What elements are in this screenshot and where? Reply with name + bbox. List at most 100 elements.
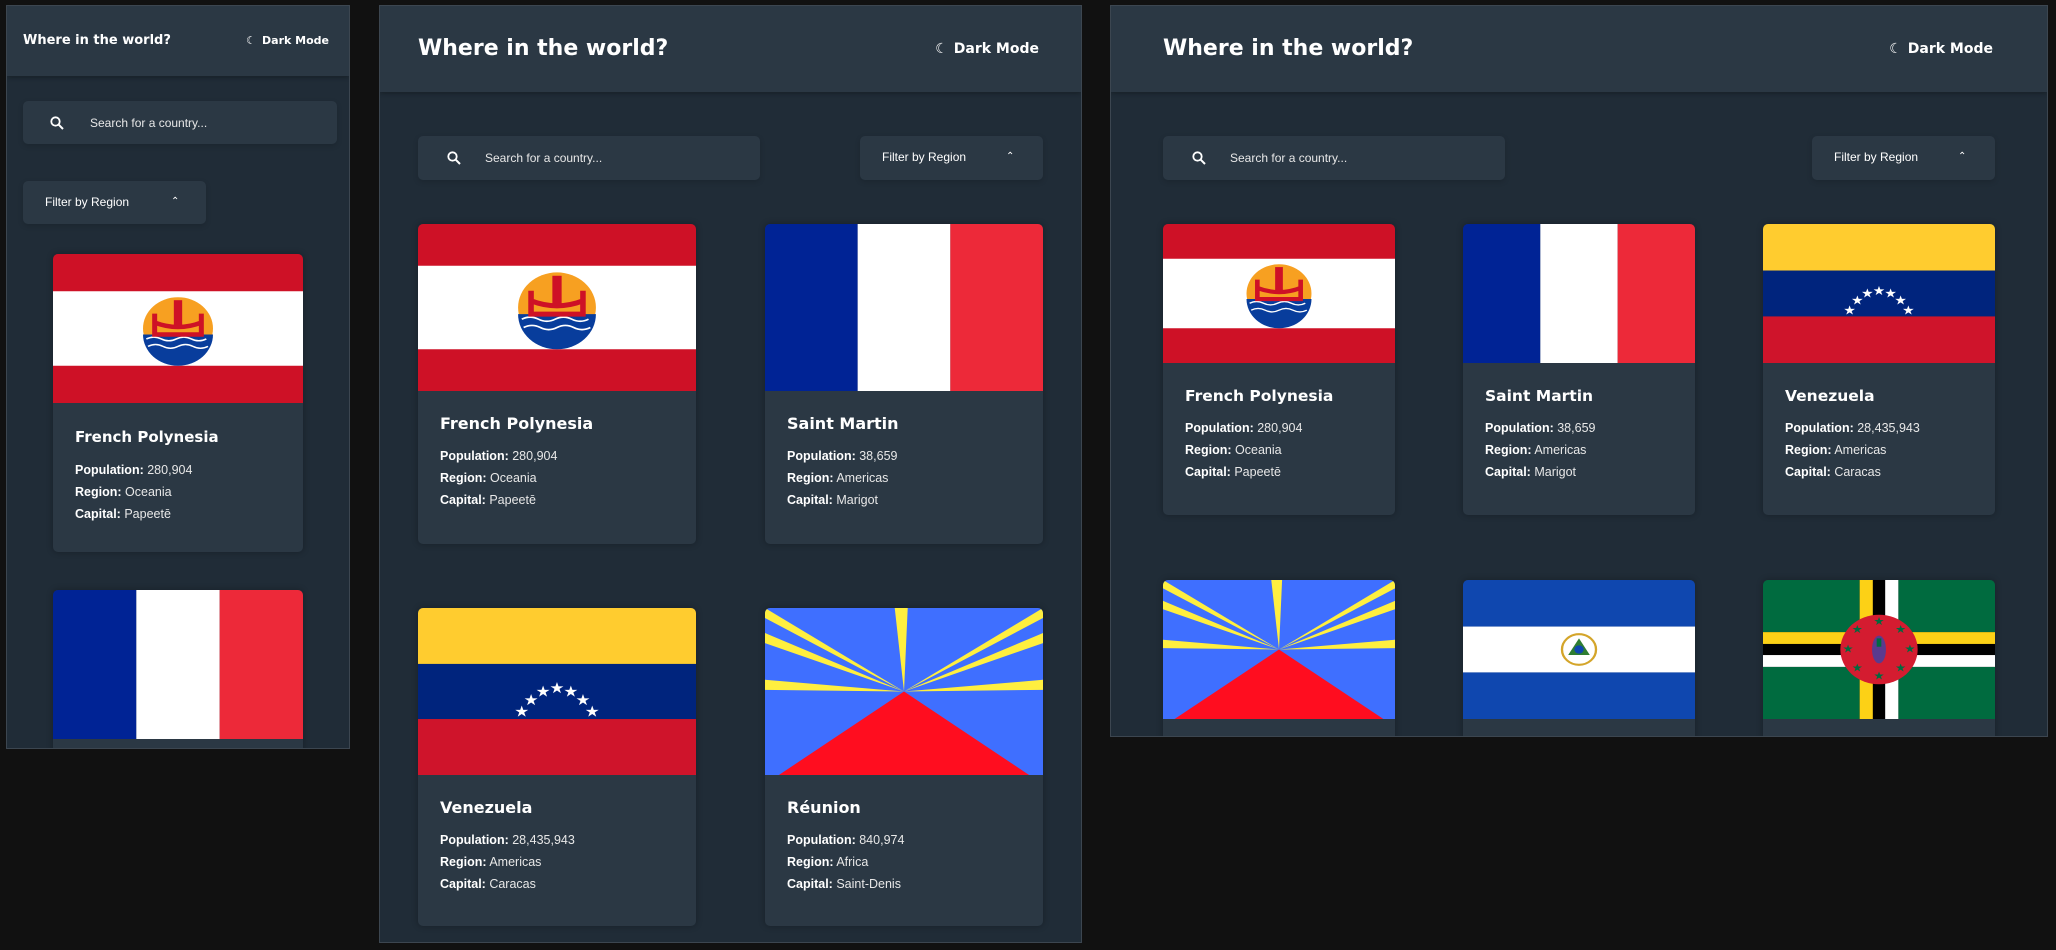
search-input[interactable] xyxy=(1230,150,1480,166)
svg-text:★: ★ xyxy=(1895,661,1906,674)
mobile-view: Where in the world? ☾ Dark Mode Filter b… xyxy=(6,5,350,749)
moon-icon: ☾ xyxy=(935,41,948,57)
country-card[interactable]: French Polynesia Population: 280,904 Reg… xyxy=(418,224,696,544)
country-name: Venezuela xyxy=(440,798,533,817)
country-population: Population: 38,659 xyxy=(1485,421,1596,435)
country-name: Venezuela xyxy=(1785,387,1875,405)
search-icon xyxy=(50,116,64,130)
svg-text:★: ★ xyxy=(1852,622,1863,635)
svg-text:★: ★ xyxy=(1873,284,1885,298)
country-population: Population: 840,974 xyxy=(787,833,905,847)
country-capital: Capital: Caracas xyxy=(1785,465,1881,479)
search-input[interactable] xyxy=(90,115,320,131)
dark-mode-toggle[interactable]: ☾ Dark Mode xyxy=(935,41,1039,57)
search-icon xyxy=(447,151,461,165)
country-name: Réunion xyxy=(787,798,861,817)
svg-text:★: ★ xyxy=(1904,642,1915,655)
flag-reunion xyxy=(1163,580,1395,719)
page-title: Where in the world? xyxy=(23,33,171,48)
filter-label: Filter by Region xyxy=(45,195,130,209)
country-card[interactable] xyxy=(1463,580,1695,736)
dark-mode-toggle[interactable]: ☾ Dark Mode xyxy=(1889,41,1993,57)
desktop-view: Where in the world? ☾ Dark Mode Filter b… xyxy=(1110,5,2048,737)
country-card[interactable]: French Polynesia Population: 280,904 Reg… xyxy=(53,254,303,552)
flag-french-polynesia xyxy=(53,254,303,403)
country-population: Population: 38,659 xyxy=(787,449,898,463)
country-region: Region: Oceania xyxy=(440,471,537,485)
svg-text:★: ★ xyxy=(1873,669,1884,682)
country-capital: Capital: Saint-Denis xyxy=(787,877,901,891)
country-population: Population: 28,435,943 xyxy=(1785,421,1920,435)
country-region: Region: Oceania xyxy=(75,485,172,499)
country-card[interactable] xyxy=(53,590,303,748)
dark-mode-label: Dark Mode xyxy=(1907,41,1993,57)
filter-label: Filter by Region xyxy=(1834,150,1919,164)
country-region: Region: Americas xyxy=(440,855,542,869)
header: Where in the world? ☾ Dark Mode xyxy=(1111,6,2047,92)
header: Where in the world? ☾ Dark Mode xyxy=(380,6,1081,92)
country-name: French Polynesia xyxy=(75,428,219,446)
tablet-view: Where in the world? ☾ Dark Mode Filter b… xyxy=(379,5,1082,943)
country-region: Region: Americas xyxy=(1785,443,1887,457)
country-card[interactable]: Saint Martin Population: 38,659 Region: … xyxy=(1463,224,1695,515)
search-bar[interactable] xyxy=(418,136,760,180)
svg-text:★: ★ xyxy=(585,702,600,720)
chevron-up-icon: ⌃ xyxy=(1006,151,1015,162)
svg-text:★: ★ xyxy=(1902,304,1914,318)
svg-text:★: ★ xyxy=(1861,287,1873,301)
country-region: Region: Americas xyxy=(1485,443,1587,457)
country-capital: Capital: Marigot xyxy=(1485,465,1577,479)
search-input[interactable] xyxy=(485,150,735,166)
country-card[interactable]: French Polynesia Population: 280,904 Reg… xyxy=(1163,224,1395,515)
country-card[interactable]: Saint Martin Population: 38,659 Region: … xyxy=(765,224,1043,544)
region-filter[interactable]: Filter by Region ⌃ xyxy=(1812,136,1995,180)
country-card[interactable]: ★ ★ ★ ★ ★ ★ ★ ★ xyxy=(1763,580,1995,736)
page-title: Where in the world? xyxy=(1163,36,1414,61)
flag-el-salvador xyxy=(1463,580,1695,719)
country-card[interactable]: ★ ★ ★ ★ ★ ★ ★ Venezuela Population: 28,435,943… xyxy=(1763,224,1995,515)
chevron-up-icon: ⌃ xyxy=(171,196,180,207)
moon-icon: ☾ xyxy=(246,34,257,47)
country-region: Region: Americas xyxy=(787,471,889,485)
country-capital: Capital: Papeetē xyxy=(1185,465,1281,479)
flag-saint-martin xyxy=(53,590,303,739)
country-region: Region: Africa xyxy=(787,855,869,869)
svg-text:★: ★ xyxy=(550,679,565,697)
search-bar[interactable] xyxy=(23,101,337,144)
flag-french-polynesia xyxy=(418,224,696,391)
svg-text:★: ★ xyxy=(1895,622,1906,635)
header: Where in the world? ☾ Dark Mode xyxy=(7,6,349,76)
search-icon xyxy=(1192,151,1206,165)
country-card[interactable]: ★ ★ ★ ★ ★ ★ ★ Venezuela Population: 28,435,943… xyxy=(418,608,696,926)
svg-text:★: ★ xyxy=(1843,642,1854,655)
country-card[interactable]: Réunion Population: 840,974 Region: Afri… xyxy=(765,608,1043,926)
country-name: Saint Martin xyxy=(1485,387,1594,405)
country-population: Population: 28,435,943 xyxy=(440,833,575,847)
region-filter[interactable]: Filter by Region ⌃ xyxy=(860,136,1043,180)
flag-venezuela: ★ ★ ★ ★ ★ ★ ★ xyxy=(1763,224,1995,363)
country-name: French Polynesia xyxy=(1185,387,1334,405)
country-capital: Capital: Papeetē xyxy=(75,507,171,521)
flag-venezuela: ★ ★ ★ ★ ★ ★ ★ xyxy=(418,608,696,775)
country-population: Population: 280,904 xyxy=(75,463,193,477)
dark-mode-label: Dark Mode xyxy=(262,34,329,47)
flag-saint-martin xyxy=(765,224,1043,391)
flag-reunion xyxy=(765,608,1043,775)
flag-dominica: ★ ★ ★ ★ ★ ★ ★ ★ xyxy=(1763,580,1995,719)
search-bar[interactable] xyxy=(1163,136,1505,180)
country-name: Saint Martin xyxy=(787,414,899,433)
country-capital: Capital: Marigot xyxy=(787,493,879,507)
dark-mode-label: Dark Mode xyxy=(953,41,1039,57)
svg-text:★: ★ xyxy=(536,682,551,700)
svg-text:★: ★ xyxy=(1852,661,1863,674)
country-name: French Polynesia xyxy=(440,414,594,433)
country-card[interactable] xyxy=(1163,580,1395,736)
svg-text:★: ★ xyxy=(1873,615,1884,628)
chevron-up-icon: ⌃ xyxy=(1958,151,1967,162)
country-region: Region: Oceania xyxy=(1185,443,1282,457)
country-population: Population: 280,904 xyxy=(440,449,558,463)
filter-label: Filter by Region xyxy=(882,150,967,164)
country-capital: Capital: Papeetē xyxy=(440,493,536,507)
dark-mode-toggle[interactable]: ☾ Dark Mode xyxy=(246,34,329,47)
region-filter[interactable]: Filter by Region ⌃ xyxy=(23,181,206,224)
